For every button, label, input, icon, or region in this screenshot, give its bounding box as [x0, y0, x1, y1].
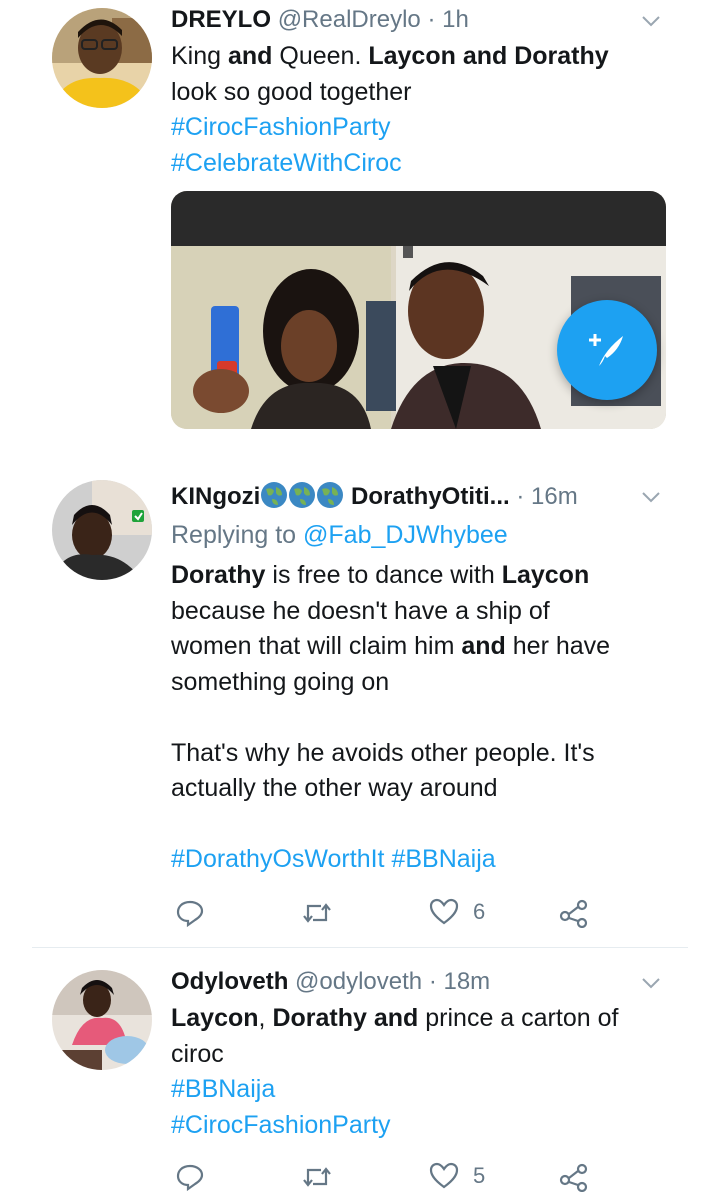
compose-tweet-icon	[589, 334, 623, 366]
hashtag-link[interactable]: #DorathyOsWorthIt	[171, 845, 385, 873]
retweet-button[interactable]	[301, 898, 333, 928]
share-button[interactable]	[559, 898, 589, 928]
timestamp[interactable]: 1h	[442, 6, 469, 33]
like-icon	[429, 898, 459, 925]
chevron-down-icon[interactable]	[640, 972, 662, 994]
avatar-odyloveth[interactable]	[52, 970, 152, 1070]
separator-dot: ·	[427, 6, 436, 33]
separator-dot: ·	[516, 483, 525, 510]
like-icon	[429, 1162, 459, 1189]
hashtag-link[interactable]: #BBNaija	[391, 845, 495, 873]
tweet-odyloveth[interactable]: Odyloveth @odyloveth · 18m Laycon, Dorat…	[0, 948, 720, 1192]
retweet-button[interactable]	[301, 1162, 333, 1192]
tweet-actions: 5	[171, 1162, 601, 1192]
compose-tweet-button[interactable]	[557, 300, 657, 400]
like-count: 6	[473, 899, 486, 924]
tweet-header: KINgozi DorathyOtiti... · 16m	[171, 481, 578, 512]
timestamp[interactable]: 18m	[443, 968, 490, 995]
hashtag-link[interactable]: #CirocFashionParty	[171, 1108, 671, 1144]
avatar-dreylo[interactable]	[52, 8, 152, 108]
tweet-header: Odyloveth @odyloveth · 18m	[171, 967, 490, 997]
share-button[interactable]	[559, 1162, 589, 1192]
user-handle[interactable]: @RealDreylo	[278, 6, 421, 33]
share-icon	[559, 899, 588, 928]
globe-emoji-icon	[317, 482, 344, 508]
reply-button[interactable]	[175, 898, 205, 928]
hashtag-link[interactable]: #CirocFashionParty	[171, 110, 671, 146]
replying-to: Replying to @Fab_DJWhybee	[171, 521, 508, 549]
timestamp[interactable]: 16m	[531, 483, 578, 510]
like-button[interactable]: 6	[429, 898, 485, 926]
like-count: 5	[473, 1163, 486, 1188]
display-name[interactable]: Odyloveth	[171, 968, 288, 995]
retweet-icon	[303, 903, 331, 923]
reply-icon	[176, 1164, 204, 1192]
tweet-dreylo[interactable]: DREYLO @RealDreylo · 1h King and Queen. …	[0, 0, 720, 450]
hashtag-link[interactable]: #CelebrateWithCiroc	[171, 146, 671, 182]
globe-emoji-icon	[261, 482, 288, 508]
retweet-icon	[303, 1167, 331, 1187]
reply-mention-link[interactable]: @Fab_DJWhybee	[303, 521, 508, 549]
tweet-text: Dorathy is free to dance with Laycon bec…	[171, 561, 611, 873]
avatar-kingozi[interactable]	[52, 480, 152, 580]
globe-emoji-icon	[289, 482, 316, 508]
reply-icon	[176, 900, 204, 928]
chevron-down-icon[interactable]	[640, 10, 662, 32]
display-name[interactable]: DREYLO	[171, 6, 271, 33]
tweet-text: King and Queen. Laycon and Dorathy look …	[171, 39, 671, 181]
user-handle[interactable]: @odyloveth	[295, 968, 422, 995]
tweet-text: Laycon, Dorathy and prince a carton of c…	[171, 1001, 671, 1143]
share-icon	[559, 1163, 588, 1192]
display-name[interactable]: KINgozi DorathyOtiti...	[171, 482, 510, 510]
tweet-header: DREYLO @RealDreylo · 1h	[171, 5, 469, 35]
chevron-down-icon[interactable]	[640, 486, 662, 508]
tweet-actions: 6	[171, 898, 601, 928]
separator-dot: ·	[428, 968, 437, 995]
tweet-kingozi[interactable]: KINgozi DorathyOtiti... · 16m Replying t…	[0, 450, 720, 948]
hashtag-link[interactable]: #BBNaija	[171, 1072, 671, 1108]
like-button[interactable]: 5	[429, 1162, 485, 1190]
reply-button[interactable]	[175, 1162, 205, 1192]
